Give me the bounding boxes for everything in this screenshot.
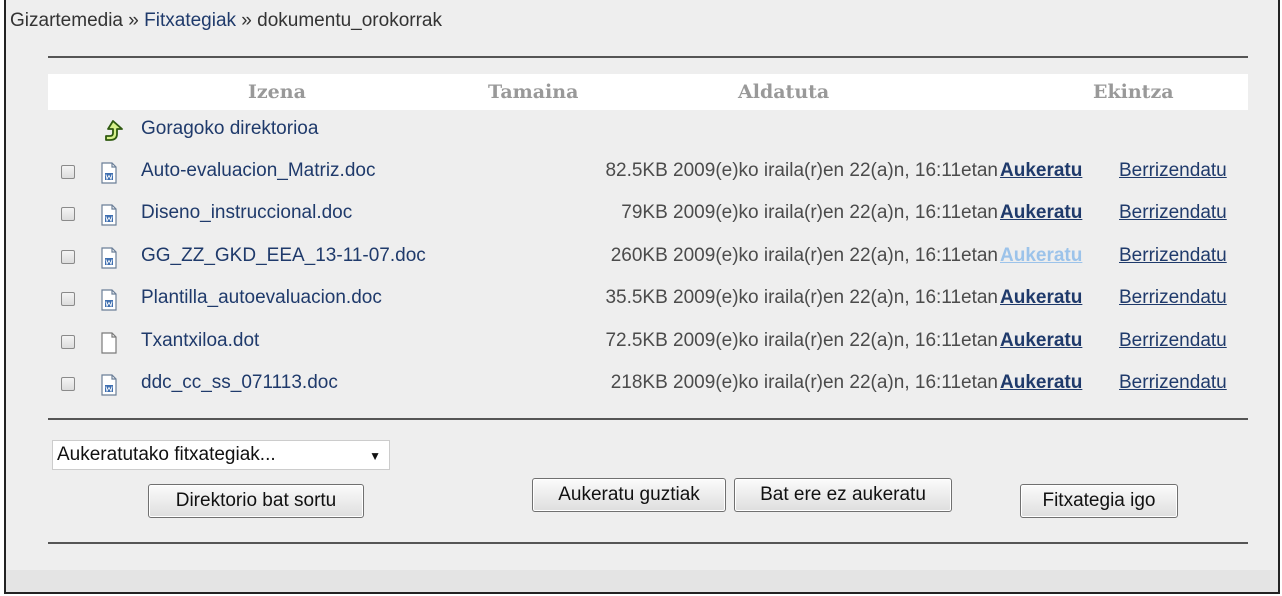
selected-files-action-select[interactable]: Aukeratutako fitxategiak... ▼: [52, 440, 390, 470]
parent-directory-link[interactable]: Goragoko direktorioa: [141, 118, 318, 140]
file-size: 35.5KB: [605, 287, 668, 308]
breadcrumb-current: dokumentu_orokorrak: [257, 10, 442, 31]
file-modified: 2009(e)ko iraila(r)en 22(a)n, 16:11etan: [673, 245, 998, 266]
file-modified: 2009(e)ko iraila(r)en 22(a)n, 16:11etan: [673, 202, 998, 223]
blank-document-icon: [101, 332, 117, 354]
breadcrumb: Gizartemedia » Fitxategiak » dokumentu_o…: [10, 10, 442, 32]
file-size-and-date: 82.5KB 2009(e)ko iraila(r)en 22(a)n, 16:…: [605, 160, 998, 182]
rename-link[interactable]: Berrizendatu: [1119, 202, 1227, 224]
select-current-value: Aukeratutako fitxategiak...: [57, 444, 276, 465]
breadcrumb-link-files[interactable]: Fitxategiak: [144, 10, 236, 31]
word-document-icon: [101, 374, 117, 396]
rename-link[interactable]: Berrizendatu: [1119, 372, 1227, 394]
file-size: 72.5KB: [605, 330, 668, 351]
divider-middle: [48, 418, 1248, 420]
file-size-and-date: 79KB 2009(e)ko iraila(r)en 22(a)n, 16:11…: [621, 202, 998, 224]
file-size-and-date: 260KB 2009(e)ko iraila(r)en 22(a)n, 16:1…: [611, 245, 998, 267]
row-checkbox[interactable]: [61, 377, 75, 391]
word-document-icon: [101, 204, 117, 226]
breadcrumb-separator: »: [128, 10, 139, 31]
divider-top: [48, 56, 1248, 58]
upload-file-button[interactable]: Fitxategia igo: [1020, 484, 1178, 518]
parent-folder-icon[interactable]: [102, 119, 124, 143]
word-document-icon: [101, 247, 117, 269]
file-link[interactable]: ddc_cc_ss_071113.doc: [141, 372, 338, 394]
choose-link[interactable]: Aukeratu: [1000, 330, 1082, 352]
table-row: Txantxiloa.dot 72.5KB 2009(e)ko iraila(r…: [6, 328, 1278, 362]
make-directory-button[interactable]: Direktorio bat sortu: [148, 484, 364, 518]
file-manager-panel: Gizartemedia » Fitxategiak » dokumentu_o…: [4, 0, 1280, 594]
choose-link[interactable]: Aukeratu: [1000, 245, 1082, 267]
select-none-button[interactable]: Bat ere ez aukeratu: [734, 478, 952, 512]
breadcrumb-separator: »: [241, 10, 252, 31]
column-header-modified[interactable]: Aldatuta: [738, 81, 829, 103]
table-row: GG_ZZ_GKD_EEA_13-11-07.doc 260KB 2009(e)…: [6, 243, 1278, 277]
file-size-and-date: 218KB 2009(e)ko iraila(r)en 22(a)n, 16:1…: [611, 372, 998, 394]
file-modified: 2009(e)ko iraila(r)en 22(a)n, 16:11etan: [673, 160, 998, 181]
chevron-down-icon: ▼: [369, 449, 381, 463]
file-link[interactable]: GG_ZZ_GKD_EEA_13-11-07.doc: [141, 245, 426, 267]
choose-link[interactable]: Aukeratu: [1000, 287, 1082, 309]
rename-link[interactable]: Berrizendatu: [1119, 330, 1227, 352]
choose-link[interactable]: Aukeratu: [1000, 202, 1082, 224]
breadcrumb-root: Gizartemedia: [10, 10, 123, 31]
footer-band: [6, 570, 1278, 592]
file-link[interactable]: Plantilla_autoevaluacion.doc: [141, 287, 382, 309]
column-header-name[interactable]: Izena: [248, 81, 306, 103]
file-modified: 2009(e)ko iraila(r)en 22(a)n, 16:11etan: [673, 330, 998, 351]
file-modified: 2009(e)ko iraila(r)en 22(a)n, 16:11etan: [673, 372, 998, 393]
column-header-action: Ekintza: [1093, 81, 1174, 103]
parent-directory-row: Goragoko direktorioa: [6, 116, 1278, 150]
row-checkbox[interactable]: [61, 335, 75, 349]
row-checkbox[interactable]: [61, 165, 75, 179]
choose-link[interactable]: Aukeratu: [1000, 372, 1082, 394]
word-document-icon: [101, 289, 117, 311]
table-row: Auto-evaluacion_Matriz.doc 82.5KB 2009(e…: [6, 158, 1278, 192]
table-header: Izena Tamaina Aldatuta Ekintza: [48, 74, 1248, 110]
file-size-and-date: 72.5KB 2009(e)ko iraila(r)en 22(a)n, 16:…: [605, 330, 998, 352]
file-size: 82.5KB: [605, 160, 668, 181]
table-row: ddc_cc_ss_071113.doc 218KB 2009(e)ko ira…: [6, 370, 1278, 404]
file-size-and-date: 35.5KB 2009(e)ko iraila(r)en 22(a)n, 16:…: [605, 287, 998, 309]
rename-link[interactable]: Berrizendatu: [1119, 245, 1227, 267]
file-size: 260KB: [610, 245, 668, 266]
row-checkbox[interactable]: [61, 207, 75, 221]
column-header-size[interactable]: Tamaina: [488, 81, 578, 103]
file-link[interactable]: Diseno_instruccional.doc: [141, 202, 352, 224]
file-size: 218KB: [610, 372, 668, 393]
choose-link[interactable]: Aukeratu: [1000, 160, 1082, 182]
divider-bottom: [48, 542, 1248, 544]
table-row: Diseno_instruccional.doc 79KB 2009(e)ko …: [6, 200, 1278, 234]
word-document-icon: [101, 162, 117, 184]
file-size: 79KB: [621, 202, 668, 223]
select-all-button[interactable]: Aukeratu guztiak: [532, 478, 726, 512]
row-checkbox[interactable]: [61, 250, 75, 264]
file-modified: 2009(e)ko iraila(r)en 22(a)n, 16:11etan: [673, 287, 998, 308]
file-link[interactable]: Txantxiloa.dot: [141, 330, 259, 352]
rename-link[interactable]: Berrizendatu: [1119, 160, 1227, 182]
rename-link[interactable]: Berrizendatu: [1119, 287, 1227, 309]
row-checkbox[interactable]: [61, 292, 75, 306]
table-row: Plantilla_autoevaluacion.doc 35.5KB 2009…: [6, 285, 1278, 319]
file-link[interactable]: Auto-evaluacion_Matriz.doc: [141, 160, 375, 182]
